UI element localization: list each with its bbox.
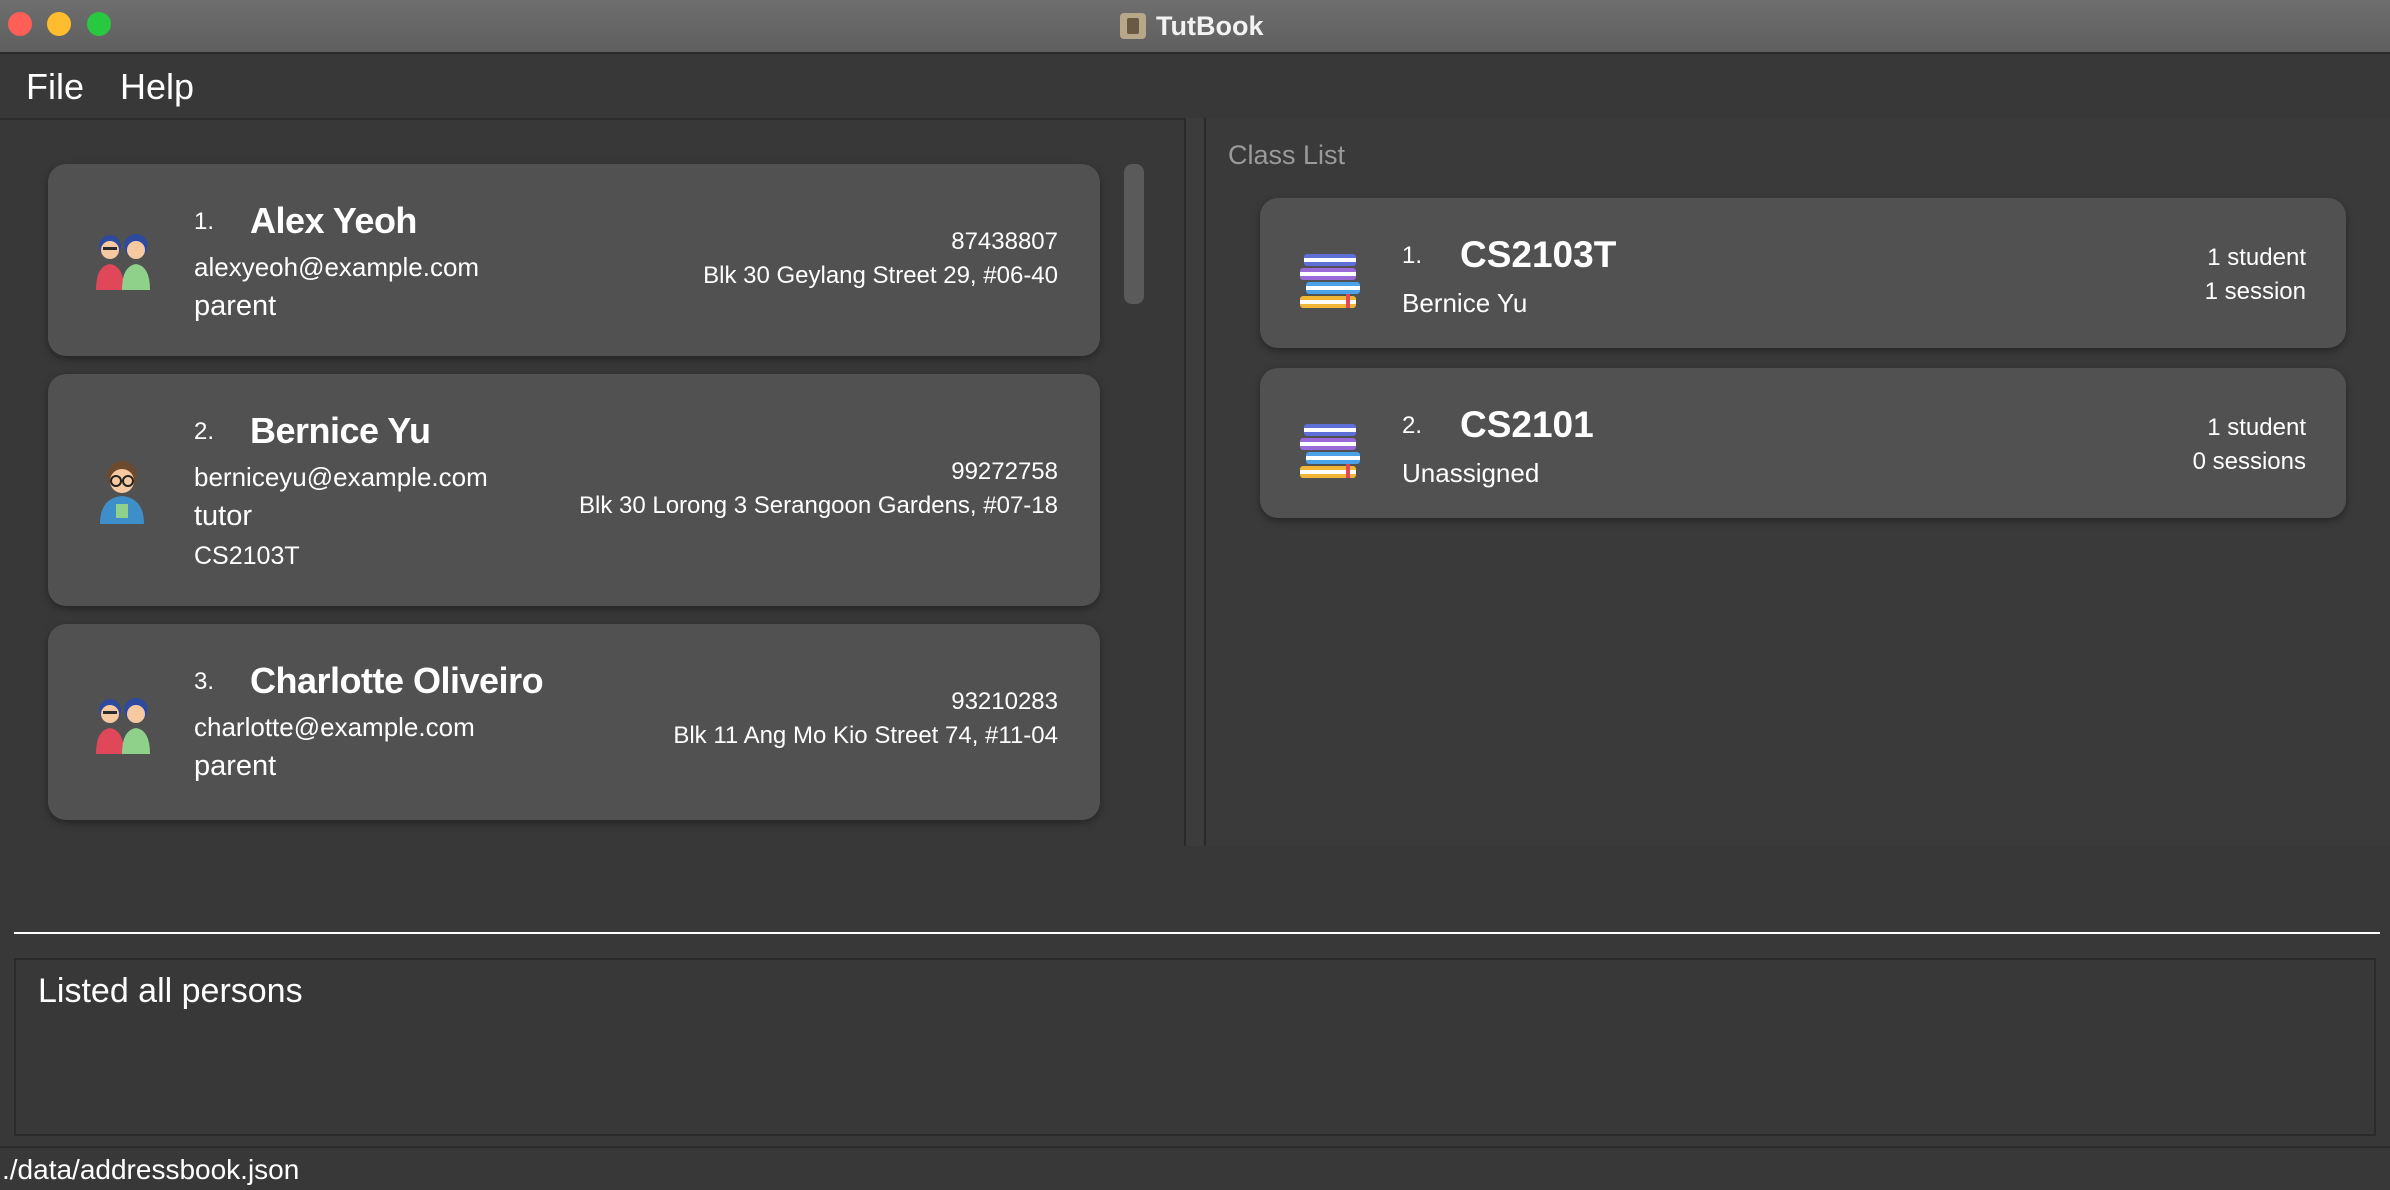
result-display: Listed all persons <box>14 958 2376 1136</box>
class-tutor: Unassigned <box>1402 458 1540 488</box>
panel-divider[interactable] <box>1186 118 1204 846</box>
person-list-scrollbar[interactable] <box>1124 164 1144 304</box>
menu-help[interactable]: Help <box>110 62 204 112</box>
person-card[interactable]: 1. Alex Yeoh alexyeoh@example.com parent… <box>48 164 1100 356</box>
window-title-group: TutBook <box>1120 6 1263 46</box>
person-phone: 87438807 <box>951 228 1058 255</box>
app-icon <box>1120 13 1146 39</box>
class-name: CS2101 <box>1460 404 1594 445</box>
menu-bar: File Help <box>0 54 2390 120</box>
person-role: parent <box>194 290 277 322</box>
person-address: Blk 30 Lorong 3 Serangoon Gardens, #07-1… <box>578 492 1058 519</box>
person-role: parent <box>194 750 277 782</box>
save-location-path: ./data/addressbook.json <box>2 1154 300 1185</box>
status-bar: ./data/addressbook.json <box>0 1146 2390 1190</box>
tutor-icon <box>100 461 144 524</box>
books-icon <box>1300 254 1360 308</box>
person-address: Blk 30 Geylang Street 29, #06-40 <box>703 262 1058 289</box>
class-index: 2. <box>1402 412 1423 439</box>
person-list-panel: 1. Alex Yeoh alexyeoh@example.com parent… <box>0 120 1186 846</box>
books-icon <box>1300 424 1360 478</box>
person-phone: 93210283 <box>951 688 1058 715</box>
title-bar: TutBook <box>0 0 2390 54</box>
person-email: alexyeoh@example.com <box>194 252 480 282</box>
person-index: 1. <box>194 208 215 235</box>
person-class: CS2103T <box>194 542 300 570</box>
class-index: 1. <box>1402 242 1423 269</box>
class-tutor: Bernice Yu <box>1402 288 1528 318</box>
person-email: charlotte@example.com <box>194 712 475 742</box>
person-phone: 99272758 <box>951 458 1058 485</box>
maximize-window-button[interactable] <box>87 12 111 36</box>
class-card[interactable]: 1. CS2103T Bernice Yu 1 student 1 sessio… <box>1260 198 2346 348</box>
person-card[interactable]: 3. Charlotte Oliveiro charlotte@example.… <box>48 624 1100 820</box>
class-session-count: 0 sessions <box>2192 448 2306 475</box>
class-student-count: 1 student <box>2207 244 2306 271</box>
person-index: 3. <box>194 668 215 695</box>
person-name: Bernice Yu <box>250 410 431 451</box>
parents-icon <box>96 234 150 290</box>
class-session-count: 1 session <box>2204 278 2306 305</box>
person-email: berniceyu@example.com <box>194 462 488 492</box>
close-window-button[interactable] <box>8 12 32 36</box>
minimize-window-button[interactable] <box>47 12 71 36</box>
class-list-panel: Class List 1. CS2103T Bernice Yu 1 stude… <box>1204 118 2390 846</box>
class-list-header: Class List <box>1228 140 1346 170</box>
person-index: 2. <box>194 418 215 445</box>
person-card[interactable]: 2. Bernice Yu berniceyu@example.com tuto… <box>48 374 1100 606</box>
person-name: Charlotte Oliveiro <box>250 660 544 701</box>
class-student-count: 1 student <box>2207 414 2306 441</box>
class-name: CS2103T <box>1460 234 1617 275</box>
result-message: Listed all persons <box>38 972 303 1010</box>
person-role: tutor <box>194 500 253 532</box>
person-address: Blk 11 Ang Mo Kio Street 74, #11-04 <box>673 722 1058 749</box>
menu-file[interactable]: File <box>16 62 94 112</box>
window-title: TutBook <box>1156 10 1264 41</box>
command-input[interactable] <box>14 860 2380 934</box>
class-card[interactable]: 2. CS2101 Unassigned 1 student 0 session… <box>1260 368 2346 518</box>
person-name: Alex Yeoh <box>250 200 417 241</box>
parents-icon <box>96 698 150 754</box>
